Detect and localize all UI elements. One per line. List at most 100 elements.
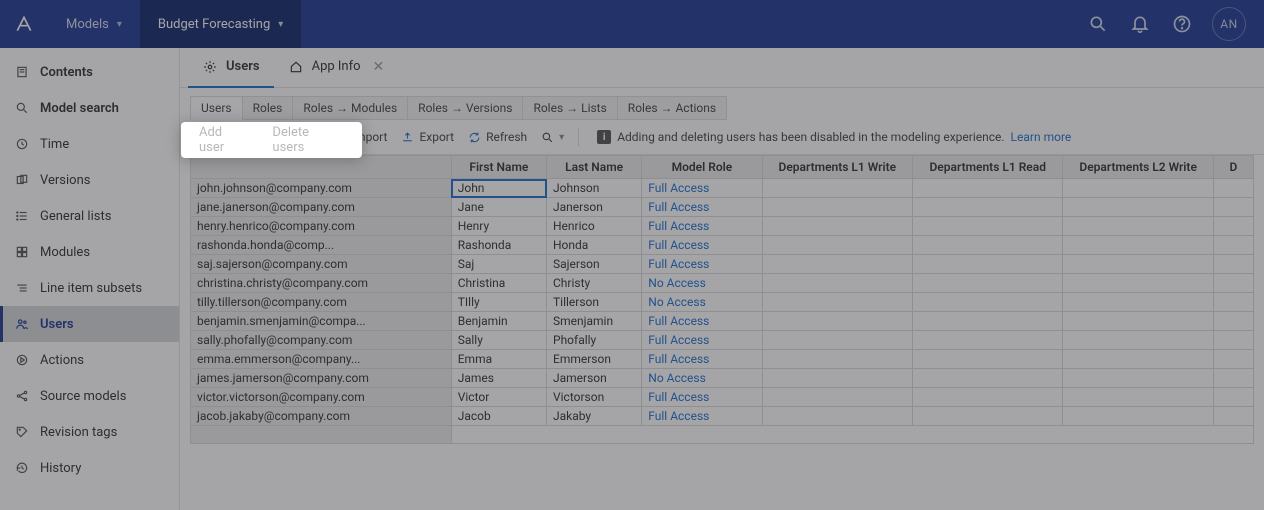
- cell-d2w[interactable]: [1063, 198, 1213, 217]
- col-last-name[interactable]: Last Name: [547, 156, 642, 179]
- subtab-users[interactable]: Users: [190, 96, 243, 120]
- cell-more[interactable]: [1213, 331, 1253, 350]
- cell-d1w[interactable]: [762, 293, 912, 312]
- tab-app-info[interactable]: App Info ✕: [274, 48, 399, 88]
- cell-d1w[interactable]: [762, 369, 912, 388]
- cell-email[interactable]: victor.victorson@company.com: [191, 388, 452, 407]
- role-link[interactable]: Full Access: [648, 219, 709, 233]
- cell-last-name[interactable]: Honda: [547, 236, 642, 255]
- learn-more-link[interactable]: Learn more: [1011, 130, 1072, 144]
- role-link[interactable]: No Access: [648, 276, 706, 290]
- cell-d1r[interactable]: [913, 198, 1063, 217]
- sidebar-item-general-lists[interactable]: General lists: [0, 198, 179, 234]
- cell-d2w[interactable]: [1063, 388, 1213, 407]
- cell-more[interactable]: [1213, 293, 1253, 312]
- cell-more[interactable]: [1213, 179, 1253, 198]
- cell-d1r[interactable]: [913, 350, 1063, 369]
- users-table[interactable]: First Name Last Name Model Role Departme…: [190, 155, 1254, 444]
- cell-d2w[interactable]: [1063, 350, 1213, 369]
- cell-model-role[interactable]: Full Access: [642, 217, 762, 236]
- cell-last-name[interactable]: Victorson: [547, 388, 642, 407]
- cell-email[interactable]: rashonda.honda@comp...: [191, 236, 452, 255]
- role-link[interactable]: Full Access: [648, 200, 709, 214]
- find-button[interactable]: ▾: [541, 131, 564, 144]
- cell-model-role[interactable]: Full Access: [642, 350, 762, 369]
- role-link[interactable]: Full Access: [648, 333, 709, 347]
- cell-model-role[interactable]: Full Access: [642, 255, 762, 274]
- cell-d2w[interactable]: [1063, 217, 1213, 236]
- cell-first-name[interactable]: James: [451, 369, 546, 388]
- cell-email[interactable]: saj.sajerson@company.com: [191, 255, 452, 274]
- cell-d1w[interactable]: [762, 217, 912, 236]
- role-link[interactable]: Full Access: [648, 238, 709, 252]
- cell-d2w[interactable]: [1063, 255, 1213, 274]
- cell-more[interactable]: [1213, 407, 1253, 426]
- cell-last-name[interactable]: Phofally: [547, 331, 642, 350]
- cell-d1w[interactable]: [762, 407, 912, 426]
- sidebar-item-line-item-subsets[interactable]: Line item subsets: [0, 270, 179, 306]
- sidebar-item-source-models[interactable]: Source models: [0, 378, 179, 414]
- cell-d1r[interactable]: [913, 331, 1063, 350]
- role-link[interactable]: No Access: [648, 371, 706, 385]
- col-email[interactable]: [191, 156, 452, 179]
- cell-last-name[interactable]: Emmerson: [547, 350, 642, 369]
- sidebar-item-actions[interactable]: Actions: [0, 342, 179, 378]
- cell-d1r[interactable]: [913, 312, 1063, 331]
- table-row[interactable]: rashonda.honda@comp...RashondaHonda Full …: [191, 236, 1254, 255]
- cell-more[interactable]: [1213, 350, 1253, 369]
- bell-icon[interactable]: [1128, 12, 1152, 36]
- cell-d1w[interactable]: [762, 312, 912, 331]
- cell-email[interactable]: jacob.jakaby@company.com: [191, 407, 452, 426]
- col-model-role[interactable]: Model Role: [642, 156, 762, 179]
- role-link[interactable]: Full Access: [648, 390, 709, 404]
- nav-models[interactable]: Models ▾: [48, 0, 140, 48]
- cell-first-name[interactable]: Sally: [451, 331, 546, 350]
- cell-d1w[interactable]: [762, 236, 912, 255]
- cell-model-role[interactable]: No Access: [642, 293, 762, 312]
- refresh-button[interactable]: Refresh: [468, 130, 527, 144]
- subtab-roles-lists[interactable]: Roles → Lists: [522, 96, 617, 120]
- cell-model-role[interactable]: Full Access: [642, 179, 762, 198]
- cell-first-name[interactable]: Saj: [451, 255, 546, 274]
- cell-d2w[interactable]: [1063, 274, 1213, 293]
- table-row[interactable]: benjamin.smenjamin@compa...BenjaminSmenj…: [191, 312, 1254, 331]
- cell-model-role[interactable]: Full Access: [642, 198, 762, 217]
- cell-d1w[interactable]: [762, 388, 912, 407]
- col-d1-read[interactable]: Departments L1 Read: [913, 156, 1063, 179]
- cell-d1r[interactable]: [913, 217, 1063, 236]
- cell-last-name[interactable]: Sajerson: [547, 255, 642, 274]
- cell-first-name[interactable]: Victor: [451, 388, 546, 407]
- cell-more[interactable]: [1213, 312, 1253, 331]
- cell-d2w[interactable]: [1063, 293, 1213, 312]
- table-row[interactable]: jane.janerson@company.comJaneJanersonFul…: [191, 198, 1254, 217]
- cell-more[interactable]: [1213, 274, 1253, 293]
- sidebar-item-history[interactable]: History: [0, 450, 179, 486]
- cell-last-name[interactable]: Janerson: [547, 198, 642, 217]
- cell-first-name[interactable]: John: [451, 179, 546, 198]
- cell-email[interactable]: henry.henrico@company.com: [191, 217, 452, 236]
- table-row[interactable]: emma.emmerson@company...EmmaEmmersonFull…: [191, 350, 1254, 369]
- cell-first-name[interactable]: Christina: [451, 274, 546, 293]
- cell-first-name[interactable]: TIlly: [451, 293, 546, 312]
- cell-last-name[interactable]: Tillerson: [547, 293, 642, 312]
- cell-last-name[interactable]: Jamerson: [547, 369, 642, 388]
- cell-model-role[interactable]: Full Access: [642, 331, 762, 350]
- help-icon[interactable]: [1170, 12, 1194, 36]
- cell-first-name[interactable]: Rashonda: [451, 236, 546, 255]
- cell-d1w[interactable]: [762, 350, 912, 369]
- search-icon[interactable]: [1086, 12, 1110, 36]
- cell-d2w[interactable]: [1063, 312, 1213, 331]
- close-icon[interactable]: ✕: [373, 59, 385, 75]
- cell-d1r[interactable]: [913, 255, 1063, 274]
- cell-more[interactable]: [1213, 236, 1253, 255]
- cell-last-name[interactable]: Smenjamin: [547, 312, 642, 331]
- cell-email[interactable]: tilly.tillerson@company.com: [191, 293, 452, 312]
- role-link[interactable]: Full Access: [648, 352, 709, 366]
- cell-last-name[interactable]: Johnson: [547, 179, 642, 198]
- cell-d2w[interactable]: [1063, 236, 1213, 255]
- cell-last-name[interactable]: Henrico: [547, 217, 642, 236]
- cell-email[interactable]: john.johnson@company.com: [191, 179, 452, 198]
- cell-model-role[interactable]: No Access: [642, 369, 762, 388]
- export-button[interactable]: Export: [401, 130, 454, 144]
- sidebar-item-modules[interactable]: Modules: [0, 234, 179, 270]
